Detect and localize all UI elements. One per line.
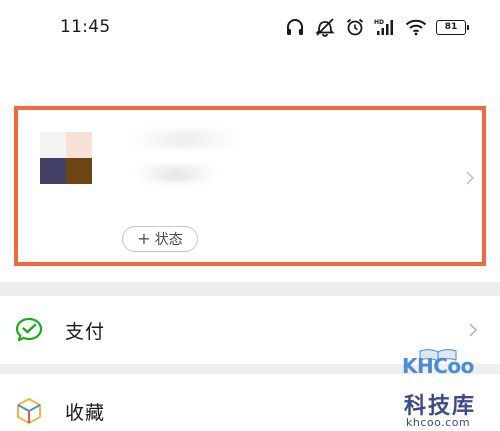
vibrate-off-icon — [314, 17, 336, 37]
chevron-right-icon — [468, 322, 478, 338]
menu-item-label: 支付 — [65, 321, 106, 343]
chevron-right-icon — [464, 170, 476, 186]
profile-section: + 状态 — [0, 54, 500, 282]
plus-icon: + — [137, 229, 151, 248]
alarm-icon — [345, 17, 365, 37]
status-time: 11:45 — [60, 17, 111, 37]
hd-signal-icon: HD — [374, 17, 396, 37]
wifi-icon — [405, 18, 427, 36]
watermark-logo: KHCoo — [402, 354, 474, 378]
add-status-button[interactable]: + 状态 — [122, 226, 198, 252]
headphones-icon — [285, 17, 305, 37]
status-button-label: 状态 — [154, 232, 183, 248]
watermark: KHCoo 科技库 khcoo.com — [392, 348, 498, 430]
section-divider — [0, 282, 500, 296]
status-icons: HD 81 — [285, 14, 469, 40]
account-id-blurred — [136, 166, 216, 182]
favorites-cube-icon — [14, 396, 44, 426]
svg-text:HD: HD — [374, 19, 384, 26]
status-bar: 11:45 HD 81 — [0, 0, 500, 54]
battery-icon: 81 — [436, 19, 469, 35]
profile-card[interactable] — [14, 106, 486, 266]
wechat-pay-icon — [14, 315, 44, 345]
avatar[interactable] — [40, 132, 92, 184]
menu-item-label: 收藏 — [65, 402, 106, 424]
watermark-url: khcoo.com — [406, 416, 471, 429]
nickname-blurred — [130, 130, 240, 148]
